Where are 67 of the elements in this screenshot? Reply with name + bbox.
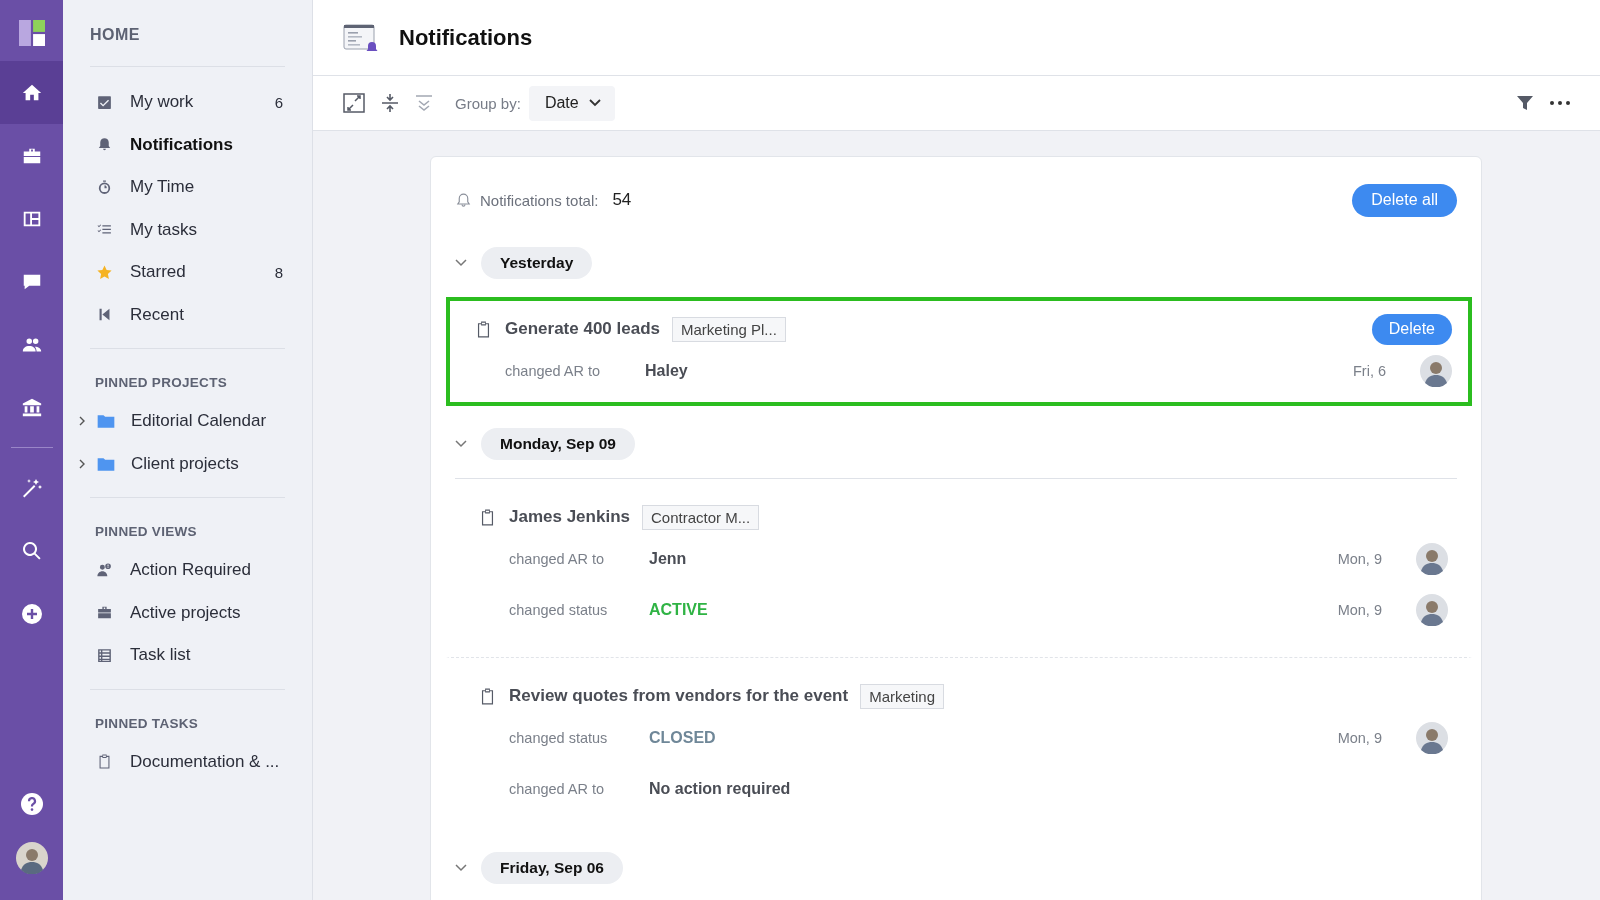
change-value: Jenn	[649, 549, 687, 568]
section-heading: PINNED TASKS	[94, 714, 200, 731]
user-avatar	[1416, 593, 1448, 626]
list-icon	[95, 646, 114, 664]
caret-icon[interactable]	[77, 416, 87, 427]
section-heading: PINNED VIEWS	[94, 523, 198, 539]
chevron-icon[interactable]	[455, 259, 467, 267]
sidebar-item[interactable]: My Time	[90, 166, 285, 209]
change-value: Haley	[645, 361, 688, 380]
user-avatar	[1416, 721, 1448, 754]
notification-item[interactable]: James Jenkins Contractor M... changed AR to Jenn Mon, 9 changed status ACTIVE Mon, 9	[446, 483, 1472, 651]
change-date: Mon, 9	[1337, 601, 1382, 618]
sidebar-item[interactable]: My tasks	[90, 208, 285, 251]
change-value: No action required	[649, 779, 791, 798]
chevron-icon[interactable]	[455, 864, 467, 872]
change-action: changed AR to	[505, 362, 602, 379]
change-action: changed status	[509, 601, 609, 618]
page-title: Notifications	[399, 24, 533, 51]
date-group-label: Friday, Sep 06	[481, 852, 623, 884]
task-title[interactable]: Review quotes from vendors for the event	[509, 686, 849, 706]
change-date: Mon, 9	[1337, 550, 1382, 567]
sidebar-item[interactable]: Action Required	[90, 549, 285, 592]
date-group-label: Monday, Sep 09	[481, 428, 635, 460]
change-date: Fri, 6	[1352, 362, 1386, 379]
person-alert-icon	[95, 561, 114, 579]
caret-icon[interactable]	[77, 458, 87, 469]
group-by-dropdown[interactable]: Date	[528, 85, 615, 121]
notifications-page-icon	[343, 22, 379, 53]
sidebar-item[interactable]: Task list	[90, 634, 285, 677]
sidebar-item[interactable]: Editorial Calendar	[77, 400, 285, 443]
status-value: ACTIVE	[649, 600, 708, 619]
project-tag: Marketing Pl...	[672, 316, 786, 342]
chevron-icon[interactable]	[455, 440, 467, 448]
section-heading: PINNED PROJECTS	[94, 374, 229, 390]
task-title[interactable]: Generate 400 leads	[505, 319, 660, 339]
user-avatar	[1420, 354, 1452, 387]
sidebar-item[interactable]: Client projects	[77, 442, 285, 485]
caret-icon	[588, 99, 601, 107]
project-tag: Contractor M...	[641, 504, 760, 530]
notification-item[interactable]: Generate 400 leads Marketing Pl... Delete changed AR to Haley Fri, 6	[446, 297, 1472, 406]
sidebar-item[interactable]: Documentation & ...	[90, 740, 285, 783]
change-action: changed AR to	[509, 780, 606, 797]
sidebar-item[interactable]: Notifications	[90, 123, 285, 166]
group-by-label: Group by:	[455, 94, 521, 112]
sidebar-item[interactable]: Recent	[90, 293, 285, 336]
sidebar-heading: HOME	[90, 25, 141, 45]
bell-icon	[455, 191, 472, 209]
project-tag: Marketing	[860, 683, 944, 709]
star-icon	[95, 263, 114, 281]
total-count: 54	[612, 190, 632, 210]
checkbox-icon	[95, 93, 114, 111]
change-date: Mon, 9	[1337, 729, 1382, 746]
date-group-label: Yesterday	[481, 247, 593, 279]
task-title[interactable]: James Jenkins	[509, 507, 630, 527]
total-label: Notifications total:	[480, 191, 599, 209]
notification-item[interactable]: Review quotes from vendors for the event Marketing changed status CLOSED Mon, 9 changed AR to No action required	[446, 657, 1472, 830]
sidebar-item[interactable]: Active projects	[90, 591, 285, 634]
change-action: changed status	[509, 729, 609, 746]
sidebar-item[interactable]: Starred 8	[90, 251, 285, 294]
status-value: CLOSED	[649, 728, 716, 747]
user-avatar	[1416, 542, 1448, 575]
home-nav-button[interactable]	[0, 61, 63, 124]
app-logo-icon	[18, 20, 45, 46]
sidebar-item[interactable]: My work 6	[90, 81, 285, 124]
bank-icon	[20, 396, 43, 419]
user-avatar[interactable]	[15, 842, 48, 874]
change-action: changed AR to	[509, 550, 606, 567]
